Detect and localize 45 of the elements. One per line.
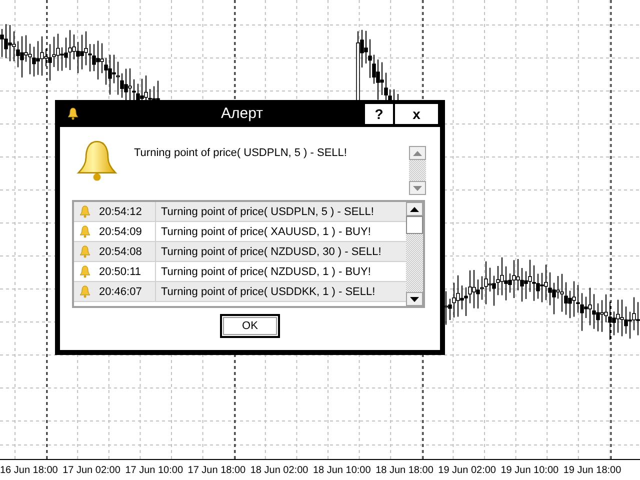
- alert-time: 20:54:12: [99, 206, 142, 218]
- alert-row[interactable]: 20:46:07 Turning point of price( USDDKK, 1 ) - SELL!: [74, 282, 406, 302]
- ok-button[interactable]: OK: [220, 314, 280, 338]
- caret-up-icon: [413, 150, 422, 156]
- alert-message: Turning point of price( USDPLN, 5 ) - SELL!: [134, 146, 348, 161]
- scroll-down-button[interactable]: [406, 292, 423, 306]
- alert-row[interactable]: 20:54:12 Turning point of price( USDPLN, 5 ) - SELL!: [74, 202, 406, 222]
- bell-icon: [75, 139, 119, 183]
- bell-icon: [79, 265, 91, 278]
- time-axis-label: 17 Jun 18:00: [188, 464, 247, 476]
- window-title: Алерт: [220, 105, 264, 122]
- alert-time: 20:54:08: [99, 246, 142, 258]
- caret-up-icon: [410, 206, 419, 212]
- alert-row[interactable]: 20:54:08 Turning point of price( NZDUSD, 30 ) - SELL!: [74, 242, 406, 262]
- close-button[interactable]: x: [395, 104, 438, 124]
- alert-row[interactable]: 20:54:09 Turning point of price( XAUUSD, 1 ) - BUY!: [74, 222, 406, 242]
- scroll-thumb[interactable]: [406, 216, 423, 234]
- time-axis-label: 19 Jun 18:00: [563, 464, 622, 476]
- time-axis-label: 17 Jun 02:00: [62, 464, 122, 476]
- help-button[interactable]: ?: [365, 104, 393, 124]
- time-axis-label: 18 Jun 10:00: [312, 464, 372, 476]
- bell-icon: [79, 245, 91, 258]
- bell-icon: [79, 285, 91, 298]
- bell-icon: [79, 225, 91, 238]
- bell-icon: [79, 205, 91, 218]
- alert-text: Turning point of price( NZDUSD, 1 ) - BUY!: [160, 264, 371, 280]
- time-axis-label: 19 Jun 10:00: [500, 464, 560, 476]
- caret-down-icon: [410, 296, 419, 302]
- alert-text: Turning point of price( NZDUSD, 30 ) - SELL!: [160, 244, 382, 260]
- alert-text: Turning point of price( USDPLN, 5 ) - SELL!: [160, 204, 374, 220]
- alert-time: 20:46:07: [99, 286, 142, 298]
- alert-time: 20:50:11: [99, 266, 142, 278]
- time-axis-label: 17 Jun 10:00: [125, 464, 184, 476]
- bell-icon: [67, 107, 79, 120]
- alert-row[interactable]: 20:50:11 Turning point of price( NZDUSD, 1 ) - BUY!: [74, 262, 406, 282]
- time-axis-label: 18 Jun 18:00: [376, 464, 434, 476]
- scrollbar[interactable]: [406, 202, 423, 306]
- time-axis-label: 18 Jun 02:00: [250, 464, 310, 476]
- alert-text: Turning point of price( XAUUSD, 1 ) - BUY!: [160, 224, 371, 240]
- scroll-up-button[interactable]: [406, 202, 423, 216]
- alert-text: Turning point of price( USDDKK, 1 ) - SELL!: [160, 284, 376, 300]
- time-axis-label: 16 Jun 18:00: [0, 464, 59, 476]
- caret-down-icon: [413, 186, 422, 190]
- alert-time: 20:54:09: [99, 226, 142, 238]
- time-axis-label: 19 Jun 02:00: [438, 464, 497, 476]
